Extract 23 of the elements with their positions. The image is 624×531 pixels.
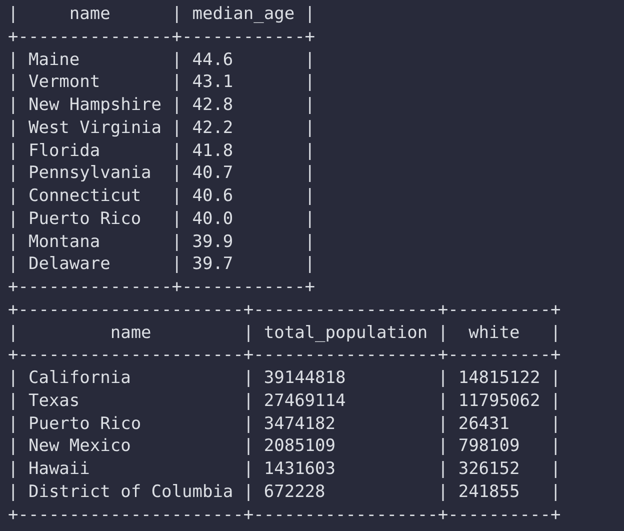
- terminal-line: | name | total_population | white |: [8, 322, 561, 344]
- terminal-line: | Delaware | 39.7 |: [8, 253, 316, 276]
- terminal-line: | California | 39144818 | 14815122 |: [8, 367, 561, 390]
- terminal-line: | Connecticut | 40.6 |: [8, 185, 316, 208]
- terminal-line: | name | median_age |: [8, 3, 316, 26]
- terminal-line: | Florida | 41.8 |: [8, 140, 316, 162]
- terminal-line: +---------------+------------+: [8, 276, 316, 299]
- terminal-line: | Texas | 27469114 | 11795062 |: [8, 390, 561, 412]
- terminal-line: | Puerto Rico | 40.0 |: [8, 208, 316, 230]
- terminal-line: | Puerto Rico | 3474182 | 26431 |: [8, 412, 561, 436]
- terminal-line: +----------------------+------------------+----------+: [8, 344, 561, 367]
- terminal-line: +----------------------+------------------+----------+: [8, 504, 561, 526]
- terminal-line: | Vermont | 43.1 |: [8, 71, 316, 94]
- terminal-line: | Montana | 39.9 |: [8, 230, 316, 254]
- terminal-line: +----------------------+------------------+----------+: [8, 298, 561, 322]
- terminal-line: | Pennsylvania | 40.7 |: [8, 162, 316, 185]
- terminal-line: | New Hampshire | 42.8 |: [8, 94, 316, 117]
- terminal-line: +---------------+------------+: [8, 26, 316, 48]
- terminal-line: | Hawaii | 1431603 | 326152 |: [8, 458, 561, 481]
- terminal-line: | New Mexico | 2085109 | 798109 |: [8, 435, 561, 458]
- terminal-line: | West Virginia | 42.2 |: [8, 116, 316, 140]
- terminal-line: | Maine | 44.6 |: [8, 48, 316, 72]
- terminal-line: | District of Columbia | 672228 | 241855 |: [8, 480, 561, 504]
